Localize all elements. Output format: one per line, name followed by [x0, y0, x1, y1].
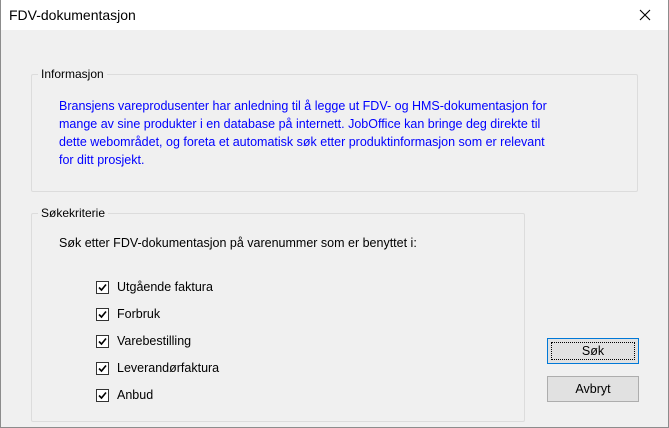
checkmark-icon: [98, 364, 107, 372]
checkbox-leverandorfaktura[interactable]: Leverandørfaktura: [96, 359, 219, 377]
info-text: Bransjens vareprodusenter har anledning …: [59, 97, 629, 169]
dialog-window: FDV-dokumentasjon Informasjon Bransjens …: [0, 0, 669, 428]
checkbox-anbud[interactable]: Anbud: [96, 386, 153, 404]
checkmark-icon: [98, 283, 107, 291]
checkmark-icon: [98, 391, 107, 399]
window-title: FDV-dokumentasjon: [9, 7, 136, 23]
search-criteria-legend: Søkekriterie: [38, 206, 109, 220]
checkbox-label: Leverandørfaktura: [117, 361, 220, 375]
checkbox-label: Forbruk: [117, 307, 161, 321]
close-button[interactable]: [622, 0, 668, 30]
cancel-button-label: Avbryt: [575, 382, 611, 396]
checkbox-forbruk[interactable]: Forbruk: [96, 305, 160, 323]
checkbox-label: Utgående faktura: [117, 280, 213, 294]
title-bar: FDV-dokumentasjon: [1, 0, 668, 31]
checkbox-box[interactable]: [96, 388, 109, 402]
checkmark-icon: [98, 310, 107, 318]
checkbox-box[interactable]: [96, 280, 109, 294]
info-line: dette webområdet, og foreta et automatis…: [59, 135, 545, 149]
search-button[interactable]: Søk: [547, 338, 639, 364]
info-line: Bransjens vareprodusenter har anledning …: [59, 99, 547, 113]
focus-rectangle: [551, 342, 635, 360]
search-criteria-groupbox: Søkekriterie Søk etter FDV-dokumentasjon…: [31, 206, 525, 422]
checkbox-varebestilling[interactable]: Varebestilling: [96, 332, 191, 350]
checkbox-box[interactable]: [96, 334, 109, 348]
info-legend: Informasjon: [38, 67, 107, 81]
info-line: mange av sine produkter i en database på…: [59, 117, 541, 131]
checkbox-box[interactable]: [96, 307, 109, 321]
search-description: Søk etter FDV-dokumentasjon på varenumme…: [59, 236, 417, 250]
close-icon: [639, 9, 651, 21]
checkbox-label: Anbud: [117, 388, 154, 402]
checkbox-label: Varebestilling: [117, 334, 192, 348]
cancel-button[interactable]: Avbryt: [547, 376, 639, 402]
info-line: for ditt prosjekt.: [59, 153, 145, 167]
checkbox-box[interactable]: [96, 361, 109, 375]
checkbox-utgaende-faktura[interactable]: Utgående faktura: [96, 278, 213, 296]
checkmark-icon: [98, 337, 107, 345]
info-groupbox: Informasjon Bransjens vareprodusenter ha…: [31, 67, 638, 192]
